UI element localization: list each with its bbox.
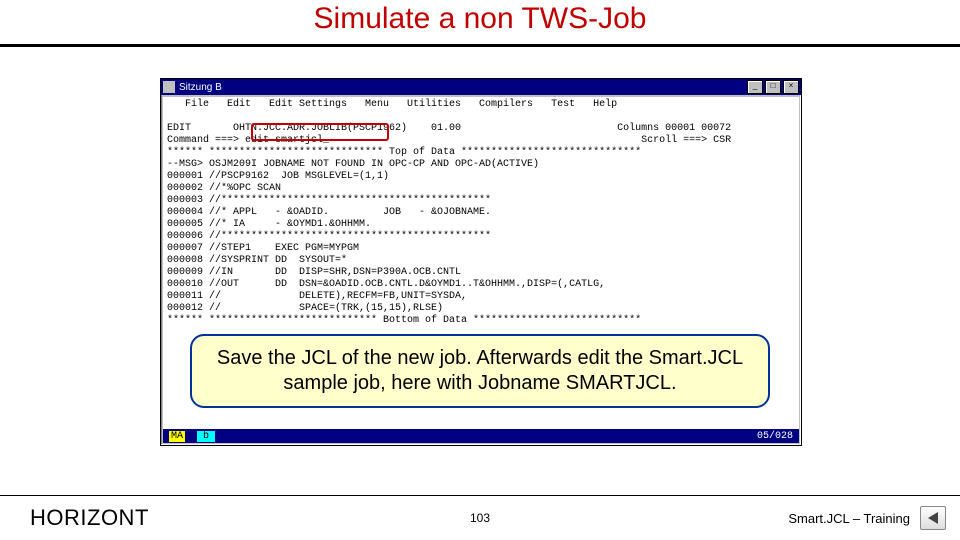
terminal-text: File Edit Edit Settings Menu Utilities C… <box>167 99 795 327</box>
slide-title: Simulate a non TWS-Job <box>0 2 960 36</box>
slide-footer: HORIZONT 103 Smart.JCL – Training <box>0 495 960 540</box>
title-divider <box>0 44 960 47</box>
status-left-2: b <box>197 431 215 442</box>
minimize-button[interactable]: _ <box>747 80 763 94</box>
close-button[interactable]: × <box>783 80 799 94</box>
status-left-1: MA <box>169 431 185 442</box>
window-titlebar: Sitzung B _ □ × <box>161 79 801 95</box>
window-caption: Sitzung B <box>179 82 745 93</box>
maximize-button[interactable]: □ <box>765 80 781 94</box>
instruction-callout: Save the JCL of the new job. Afterwards … <box>190 334 770 408</box>
status-right: 05/028 <box>757 431 793 442</box>
system-menu-icon[interactable] <box>163 81 175 93</box>
terminal-statusbar: MA b 05/028 <box>163 429 799 443</box>
prev-slide-button[interactable] <box>920 506 946 530</box>
course-name: Smart.JCL – Training <box>788 511 910 526</box>
